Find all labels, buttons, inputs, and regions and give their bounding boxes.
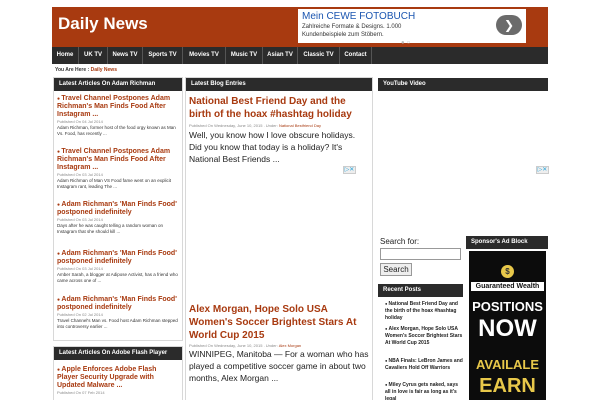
article-link[interactable]: ● Adam Richman's 'Man Finds Food' postpo… — [57, 250, 179, 266]
article-link[interactable]: ● Adam Richman's 'Man Finds Food' postpo… — [57, 296, 179, 312]
sponsor-heading: Sponsor's Ad Block — [466, 236, 548, 249]
recent-post-link[interactable]: ● Miley Cyrus gets naked, says all in lo… — [385, 381, 463, 400]
article-excerpt: Adam Richman of Man VS Food fame went on… — [57, 178, 172, 189]
article-excerpt: Days after he was caught telling a rando… — [57, 223, 164, 234]
banner-line-2: NOW — [478, 315, 537, 342]
breadcrumb-prefix: You Are Here : — [55, 67, 90, 73]
nav-movies-tv[interactable]: Movies TV — [183, 47, 226, 64]
nav-asian-tv[interactable]: Asian TV — [263, 47, 298, 64]
nav-contact[interactable]: Contact — [340, 47, 372, 64]
nav-classic-tv[interactable]: Classic TV — [298, 47, 340, 64]
list-item: ● Adam Richman's 'Man Finds Food' postpo… — [57, 201, 179, 235]
banner-line-4: EARN — [479, 375, 536, 397]
post-title[interactable]: Alex Morgan, Hope Solo USA Women's Socce… — [189, 303, 369, 342]
chevron-right-icon[interactable]: ❯ — [496, 15, 522, 35]
site-header: Daily News Mein CEWE FOTOBUCH Zahlreiche… — [52, 7, 548, 47]
middle-heading: Latest Blog Entries — [186, 78, 372, 91]
nav-news-tv[interactable]: News TV — [108, 47, 143, 64]
breadcrumb: You Are Here : Daily News — [55, 67, 117, 73]
recent-post-title[interactable]: Miley Cyrus gets naked, says all in love… — [385, 382, 458, 400]
list-item: ● Travel Channel Postpones Adam Richman'… — [57, 148, 179, 190]
carousel-dots-icon: ●○ — [401, 40, 413, 46]
recent-post-link[interactable]: ● National Best Friend Day and the birth… — [385, 300, 463, 322]
recent-post-link[interactable]: ● Alex Morgan, Hope Solo USA Women's Soc… — [385, 325, 463, 347]
article-link[interactable]: ● Travel Channel Postpones Adam Richman'… — [57, 148, 179, 172]
search-label: Search for: — [380, 237, 420, 246]
post-excerpt: Well, you know how I love obscure holida… — [189, 130, 356, 164]
youtube-heading: YouTube Video — [378, 78, 548, 91]
list-item: ● Adam Richman's 'Man Finds Food' postpo… — [57, 296, 179, 330]
ad-line-2: Kundenbeispiele zum Stöbern. — [302, 32, 384, 38]
article-excerpt: Amber Sarah, a blogger at Adipose Activi… — [57, 272, 178, 283]
article-title[interactable]: Adam Richman's 'Man Finds Food' postpone… — [57, 296, 177, 311]
article-link[interactable]: ● Adam Richman's 'Man Finds Food' postpo… — [57, 201, 179, 217]
article-title[interactable]: Apple Enforces Adobe Flash Player Securi… — [57, 366, 156, 389]
breadcrumb-current[interactable]: Daily News — [91, 67, 117, 73]
search-button[interactable]: Search — [380, 263, 412, 276]
nav-music-tv[interactable]: Music TV — [226, 47, 263, 64]
header-ad[interactable]: Mein CEWE FOTOBUCH Zahlreiche Formate & … — [298, 9, 526, 46]
article-link[interactable]: ● Apple Enforces Adobe Flash Player Secu… — [57, 366, 179, 390]
post-date: Published On Wednesday, June 10, 2015 . … — [189, 123, 278, 128]
nav-home[interactable]: Home — [52, 47, 79, 64]
article-link[interactable]: ● Travel Channel Postpones Adam Richman'… — [57, 95, 179, 119]
site-title[interactable]: Daily News — [58, 14, 148, 34]
recent-post-link[interactable]: ● NBA Finals: LeBron James and Cavaliers… — [385, 357, 463, 372]
banner-line-1: POSITIONS — [472, 299, 543, 314]
nav-uk-tv[interactable]: UK TV — [79, 47, 108, 64]
article-title[interactable]: Travel Channel Postpones Adam Richman's … — [57, 148, 170, 171]
ad-title[interactable]: Mein CEWE FOTOBUCH — [302, 11, 522, 23]
article-title[interactable]: Travel Channel Postpones Adam Richman's … — [57, 95, 170, 118]
recent-post-title[interactable]: NBA Finals: LeBron James and Cavaliers H… — [385, 358, 463, 371]
sponsor-banner[interactable]: $ Guaranteed Wealth POSITIONS NOW AVAILA… — [469, 251, 546, 400]
list-item: ● Travel Channel Postpones Adam Richman'… — [57, 95, 179, 137]
list-item: ● Apple Enforces Adobe Flash Player Secu… — [57, 366, 179, 396]
dollar-coin-icon: $ — [501, 265, 514, 278]
article-meta: Published On 07 Feb 2014 — [57, 390, 105, 395]
post-excerpt: WINNIPEG, Manitoba — For a woman who has… — [189, 349, 369, 383]
list-item: ● Adam Richman's 'Man Finds Food' postpo… — [57, 250, 179, 284]
left-heading-adam-richman: Latest Articles On Adam Richman — [54, 78, 182, 91]
adchoices-icon[interactable]: ▷✕ — [343, 166, 356, 174]
main-nav: Home UK TV News TV Sports TV Movies TV M… — [52, 47, 548, 64]
article-title[interactable]: Adam Richman's 'Man Finds Food' postpone… — [57, 250, 177, 265]
article-excerpt: Travel Channel's Man vs. Food host Adam … — [57, 318, 178, 329]
article-title[interactable]: Adam Richman's 'Man Finds Food' postpone… — [57, 201, 177, 216]
recent-posts-heading: Recent Posts — [378, 284, 463, 297]
post-meta: Published On Wednesday, June 10, 2015 . … — [189, 123, 369, 128]
recent-post-title[interactable]: National Best Friend Day and the birth o… — [385, 301, 458, 321]
left-heading-adobe-flash: Latest Articles On Adobe Flash Player — [54, 347, 182, 360]
post-title[interactable]: National Best Friend Day and the birth o… — [189, 95, 369, 121]
recent-post-title[interactable]: Alex Morgan, Hope Solo USA Women's Socce… — [385, 326, 462, 346]
banner-line-3: AVAILALE — [475, 357, 540, 372]
banner-brand: Guaranteed Wealth — [471, 282, 544, 291]
adchoices-icon[interactable]: ▷✕ — [536, 166, 549, 174]
search-input[interactable] — [380, 248, 461, 260]
post-category[interactable]: National Bestfriend Day — [279, 123, 321, 128]
ad-line-1: Zahlreiche Formate & Designs. 1.000 — [302, 24, 402, 30]
nav-sports-tv[interactable]: Sports TV — [143, 47, 183, 64]
article-excerpt: Adam Richman, former host of the food or… — [57, 125, 176, 136]
